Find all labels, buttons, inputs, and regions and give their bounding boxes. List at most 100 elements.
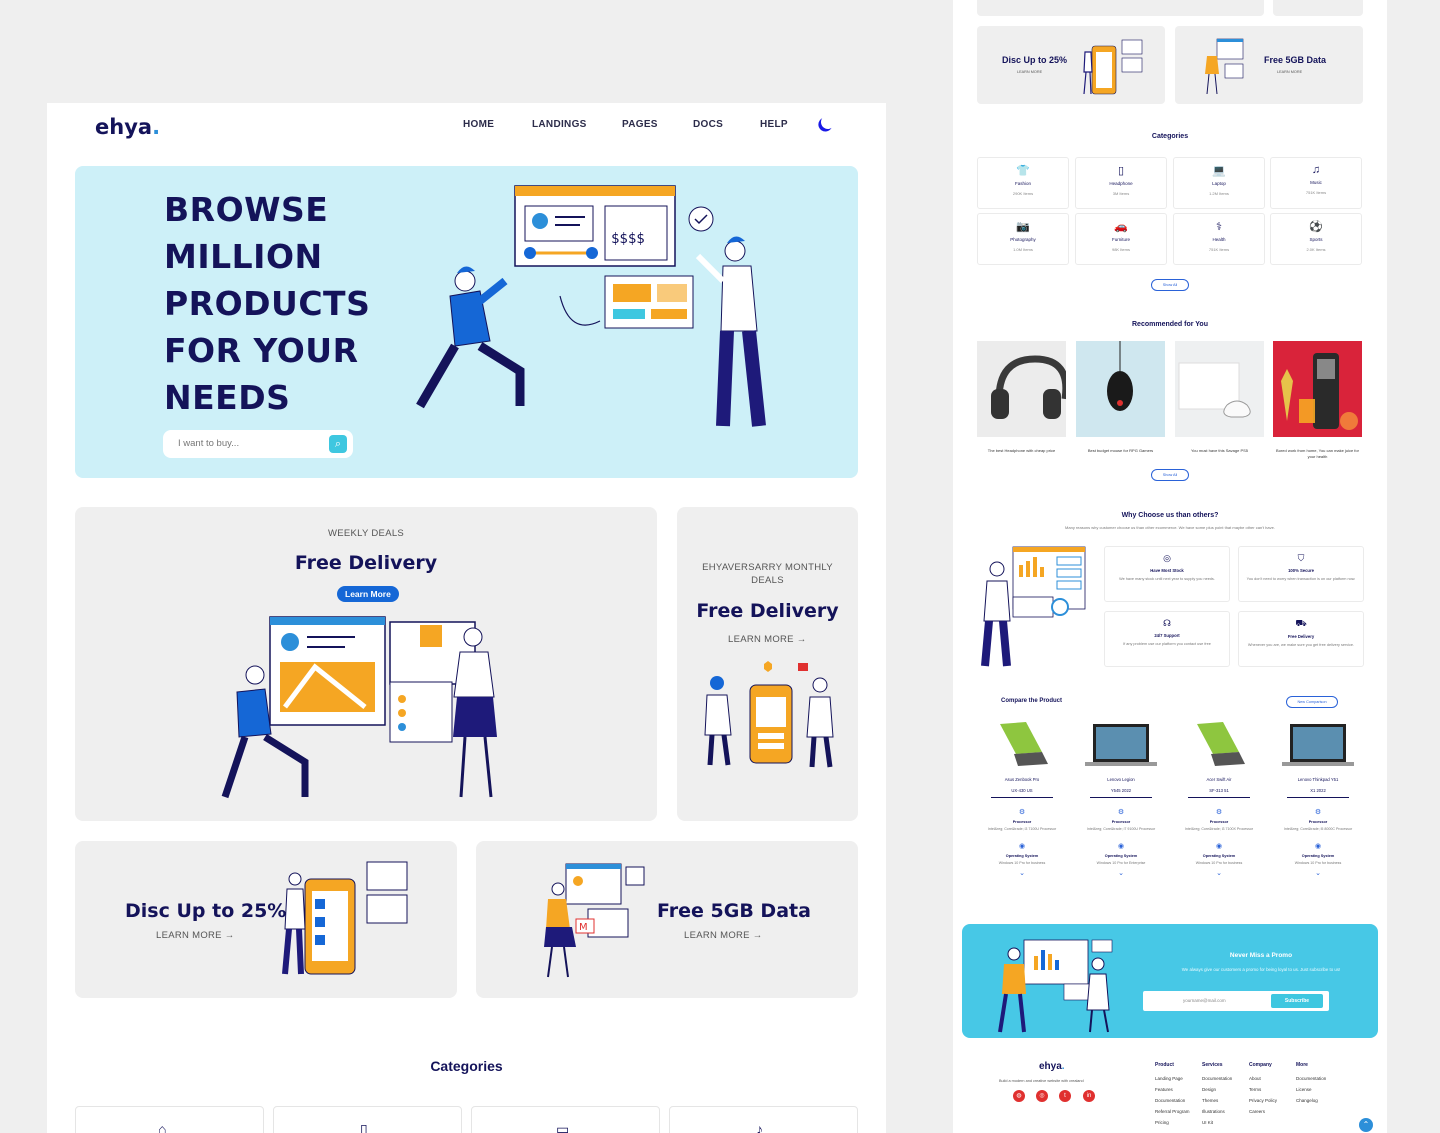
ps5-image xyxy=(1178,362,1251,418)
logo[interactable]: ehya. xyxy=(95,115,160,139)
footer-link[interactable]: Illustrations xyxy=(1202,1109,1232,1114)
footer-link[interactable]: License xyxy=(1296,1087,1326,1092)
mini-discount-card[interactable]: Disc Up to 25% LEARN MORE xyxy=(977,26,1165,104)
chevron-down-icon[interactable]: ⌄ xyxy=(1272,869,1364,877)
camera-icon: 📷 xyxy=(1016,221,1030,233)
category-sports[interactable]: ⚽ Sports 2.0K Items xyxy=(1270,213,1362,265)
monthly-deals-card[interactable]: EHYAVERSARRY MONTHLY DEALS Free Delivery… xyxy=(677,507,858,821)
product-ps5[interactable] xyxy=(1175,341,1264,437)
top-card-fragment xyxy=(977,0,1264,16)
monthly-deals-title: Free Delivery xyxy=(696,600,839,622)
phone-icon: ▯ xyxy=(1117,165,1125,177)
nav-docs[interactable]: DOCS xyxy=(693,119,760,130)
footer-link[interactable]: Features xyxy=(1155,1087,1190,1092)
nav-pages[interactable]: PAGES xyxy=(622,119,693,130)
chevron-down-icon[interactable]: ⌄ xyxy=(1173,869,1265,877)
juicer-image xyxy=(1281,353,1358,430)
show-all-products-button[interactable]: Show All xyxy=(1151,469,1189,481)
nav-help[interactable]: HELP xyxy=(760,119,800,130)
footer-link[interactable]: Referral Program xyxy=(1155,1109,1190,1114)
category-headphone[interactable]: ▯ Headphone 3M Items xyxy=(1075,157,1167,209)
dark-mode-moon-icon[interactable] xyxy=(820,114,836,130)
category-health[interactable]: ⚕ Health 751K Items xyxy=(1173,213,1265,265)
footer-link[interactable]: Documentation xyxy=(1202,1076,1232,1081)
processor-icon: ⚙ xyxy=(1215,809,1223,816)
mini-discount-cta[interactable]: LEARN MORE xyxy=(1017,70,1042,74)
search-input[interactable]: I want to buy... xyxy=(178,438,239,449)
footer-link[interactable]: Design xyxy=(1202,1087,1232,1092)
category-count: 751K Items xyxy=(1305,190,1327,195)
weekly-deals-eyebrow: WEEKLY DEALS xyxy=(327,528,405,539)
category-photography[interactable]: 📷 Photography 1.0M Items xyxy=(977,213,1069,265)
footer-link[interactable]: Documentation xyxy=(1155,1098,1190,1103)
category-furniture[interactable]: 🚗 Furniture 98K Items xyxy=(1075,213,1167,265)
footer-link[interactable]: Themes xyxy=(1202,1098,1232,1103)
discount-learn-more-link[interactable]: LEARN MORE → xyxy=(156,930,235,941)
discount-card[interactable]: Disc Up to 25% LEARN MORE → xyxy=(75,841,457,998)
category-name: Furniture xyxy=(1111,237,1130,242)
footer-link[interactable]: Changelog xyxy=(1296,1098,1326,1103)
category-card[interactable]: ▯ xyxy=(273,1106,462,1133)
learn-more-button[interactable]: Learn More xyxy=(337,586,399,602)
feature-delivery: ⛟ Free Delivery Whenever you are, we make … xyxy=(1238,611,1364,667)
os-label: Operating System xyxy=(1104,854,1138,858)
data-card[interactable]: M Free 5GB Data LEARN MORE → xyxy=(476,841,858,998)
data-learn-more-link[interactable]: LEARN MORE → xyxy=(684,930,763,941)
chevron-down-icon[interactable]: ⌄ xyxy=(976,869,1068,877)
product-juicer[interactable] xyxy=(1273,341,1362,437)
category-card[interactable]: ♪ xyxy=(669,1106,858,1133)
category-card[interactable]: ⌂ xyxy=(75,1106,264,1133)
category-fashion[interactable]: 👕 Fashion 290K Items xyxy=(977,157,1069,209)
hero-title: BROWSE MILLION PRODUCTS FOR YOUR NEEDS xyxy=(164,190,371,417)
laptop-dark-image xyxy=(1085,724,1157,766)
product-name: Lenovo Legion xyxy=(1107,777,1135,782)
email-field[interactable]: yourname@mail.com Subscribe xyxy=(1143,991,1329,1011)
os-icon: ◉ xyxy=(1117,843,1125,850)
monthly-learn-more-link[interactable]: LEARN MORE → xyxy=(728,634,807,645)
weekly-deals-card[interactable]: WEEKLY DEALS Free Delivery Learn More xyxy=(75,507,657,821)
product-mouse[interactable] xyxy=(1076,341,1165,437)
chevron-down-icon[interactable]: ⌄ xyxy=(1075,869,1167,877)
top-nav: ehya. HOME LANDINGS PAGES DOCS HELP xyxy=(47,103,886,151)
nav-links: HOME LANDINGS PAGES DOCS HELP xyxy=(463,119,800,130)
footer-link[interactable]: Careers xyxy=(1249,1109,1277,1114)
subscribe-button[interactable]: Subscribe xyxy=(1271,994,1323,1008)
footer-link[interactable]: UI Kit xyxy=(1202,1120,1232,1125)
footer-link[interactable]: Documentation xyxy=(1296,1076,1326,1081)
instagram-icon[interactable]: ◎ xyxy=(1036,1090,1048,1102)
category-card[interactable]: ▭ xyxy=(471,1106,660,1133)
product-headphone[interactable] xyxy=(977,341,1066,437)
category-count: 98K Items xyxy=(1111,247,1130,252)
footer-link[interactable]: Landing Page xyxy=(1155,1076,1190,1081)
hero-search[interactable]: I want to buy... ⌕ xyxy=(163,430,353,458)
category-music[interactable]: ♫ Music 751K Items xyxy=(1270,157,1362,209)
footer-link[interactable]: Pricing xyxy=(1155,1120,1190,1125)
product-model: SF-313 51 xyxy=(1209,788,1229,793)
footer-logo[interactable]: ehya. xyxy=(1039,1061,1065,1072)
footer-link[interactable]: Terms xyxy=(1249,1087,1277,1092)
feature-title: Have Most Stock xyxy=(1150,568,1184,573)
dribbble-icon[interactable]: ◍ xyxy=(1013,1090,1025,1102)
hero-illustration: $$$$ xyxy=(416,185,766,427)
mini-data-cta[interactable]: LEARN MORE xyxy=(1277,70,1302,74)
processor-value: Intel&reg; Core&trade; i3 7100X Processo… xyxy=(1184,827,1254,831)
linkedin-icon[interactable]: in xyxy=(1083,1090,1095,1102)
twitter-icon[interactable]: t xyxy=(1059,1090,1071,1102)
divider xyxy=(1090,797,1152,798)
nav-landings[interactable]: LANDINGS xyxy=(532,119,622,130)
footer-link[interactable]: About xyxy=(1249,1076,1277,1081)
new-comparison-button[interactable]: New Comparison xyxy=(1286,696,1338,708)
category-laptop[interactable]: 💻 Laptop 1.2M Items xyxy=(1173,157,1265,209)
footer-col-title: More xyxy=(1296,1062,1308,1068)
category-count: 2.0K Items xyxy=(1306,247,1326,252)
processor-icon: ⚙ xyxy=(1314,809,1322,816)
mini-data-card[interactable]: Free 5GB Data LEARN MORE xyxy=(1175,26,1363,104)
show-all-categories-button[interactable]: Show All xyxy=(1151,279,1189,291)
logo-dot: . xyxy=(152,115,161,139)
search-icon[interactable]: ⌕ xyxy=(329,435,347,453)
footer-link[interactable]: Privacy Policy xyxy=(1249,1098,1277,1103)
category-name: Fashion xyxy=(1014,181,1031,186)
discount-title: Disc Up to 25% xyxy=(125,900,287,922)
scroll-top-button[interactable]: ⌃ xyxy=(1359,1118,1373,1132)
nav-home[interactable]: HOME xyxy=(463,119,532,130)
